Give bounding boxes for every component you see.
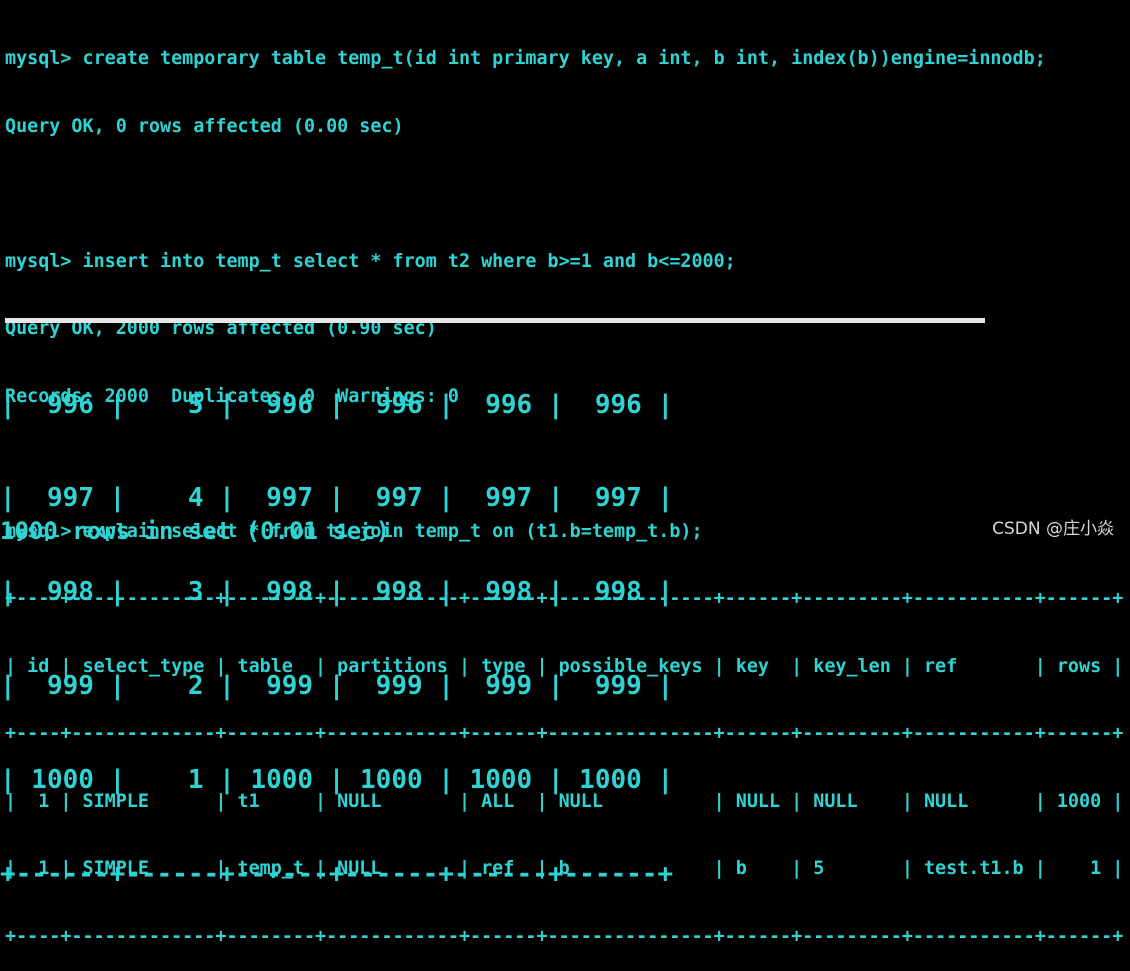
result-row: | 998 | 3 | 998 | 998 | 998 | 998 | — [0, 577, 674, 608]
command-insert: mysql> insert into temp_t select * from … — [5, 250, 736, 272]
rows-in-set-summary: 1000 rows in set (0.01 sec) — [0, 517, 391, 545]
screenshot-divider — [5, 318, 985, 323]
result-row: | 996 | 5 | 996 | 996 | 996 | 996 | — [0, 389, 674, 420]
csdn-watermark: CSDN @庄小焱 — [992, 519, 1114, 539]
result-create: Query OK, 0 rows affected (0.00 sec) — [5, 115, 404, 137]
result-row: | 999 | 2 | 999 | 999 | 999 | 999 | — [0, 671, 674, 702]
result-row: | 997 | 4 | 997 | 997 | 997 | 997 | — [0, 483, 674, 514]
command-create-temp-table: mysql> create temporary table temp_t(id … — [5, 48, 1046, 69]
result-row: | 1000 | 1 | 1000 | 1000 | 1000 | 1000 | — [0, 765, 674, 796]
query-result-table: | 996 | 5 | 996 | 996 | 996 | 996 | | 99… — [0, 327, 673, 922]
result-table-border: +------+------+------+------+------+----… — [0, 859, 674, 890]
explain-table-border: +----+-------------+--------+-----------… — [5, 925, 1124, 947]
